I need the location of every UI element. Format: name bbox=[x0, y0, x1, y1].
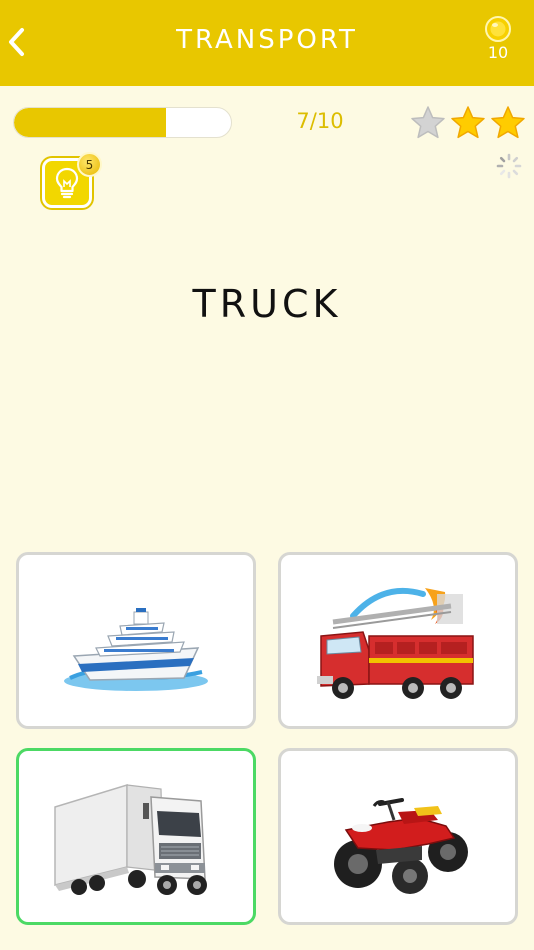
coin-icon bbox=[485, 16, 511, 42]
semi-truck-image bbox=[54, 783, 207, 895]
progress-bar bbox=[13, 107, 232, 138]
answer-option-truck[interactable] bbox=[16, 748, 256, 925]
top-bar: TRANSPORT 10 bbox=[0, 0, 534, 86]
progress-fill bbox=[14, 108, 166, 137]
progress-label: 7/10 bbox=[296, 109, 344, 133]
star-filled-icon bbox=[491, 106, 525, 139]
quad-bike-image bbox=[334, 797, 468, 894]
star-filled-icon bbox=[451, 106, 485, 139]
hint-count-badge: 5 bbox=[77, 152, 102, 177]
answer-option-ship[interactable] bbox=[16, 552, 256, 729]
answer-option-quad-bike[interactable] bbox=[278, 748, 518, 925]
lightbulb-icon bbox=[55, 167, 79, 199]
answer-option-fire-truck[interactable] bbox=[278, 552, 518, 729]
loading-spinner-icon bbox=[496, 153, 522, 179]
coin-count: 10 bbox=[487, 43, 509, 62]
question-word: TRUCK bbox=[192, 282, 342, 326]
star-empty-icon bbox=[411, 106, 445, 139]
fire-truck-image bbox=[317, 587, 474, 699]
cruise-ship-image bbox=[64, 607, 208, 691]
page-title: TRANSPORT bbox=[176, 25, 358, 55]
star-rating bbox=[410, 105, 526, 141]
coin-balance: 10 bbox=[480, 16, 516, 62]
